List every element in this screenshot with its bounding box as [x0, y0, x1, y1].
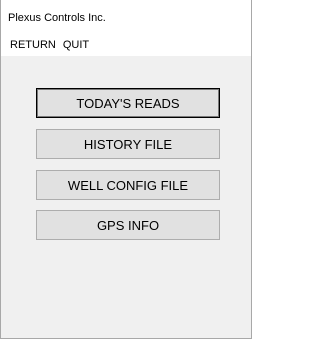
window-title: Plexus Controls Inc.	[8, 12, 106, 24]
title-bar[interactable]: Plexus Controls Inc.	[1, 0, 251, 36]
main-panel: TODAY'S READS HISTORY FILE WELL CONFIG F…	[1, 56, 251, 338]
menu-item-return[interactable]: RETURN	[7, 36, 60, 52]
menu-bar: RETURN QUIT	[1, 36, 251, 56]
menu-item-quit[interactable]: QUIT	[60, 36, 93, 52]
history-file-button[interactable]: HISTORY FILE	[36, 129, 220, 159]
app-window: Plexus Controls Inc. RETURN QUIT TODAY'S…	[0, 0, 252, 339]
gps-info-button[interactable]: GPS INFO	[36, 210, 220, 240]
well-config-file-button[interactable]: WELL CONFIG FILE	[36, 170, 220, 200]
todays-reads-button[interactable]: TODAY'S READS	[36, 88, 220, 118]
